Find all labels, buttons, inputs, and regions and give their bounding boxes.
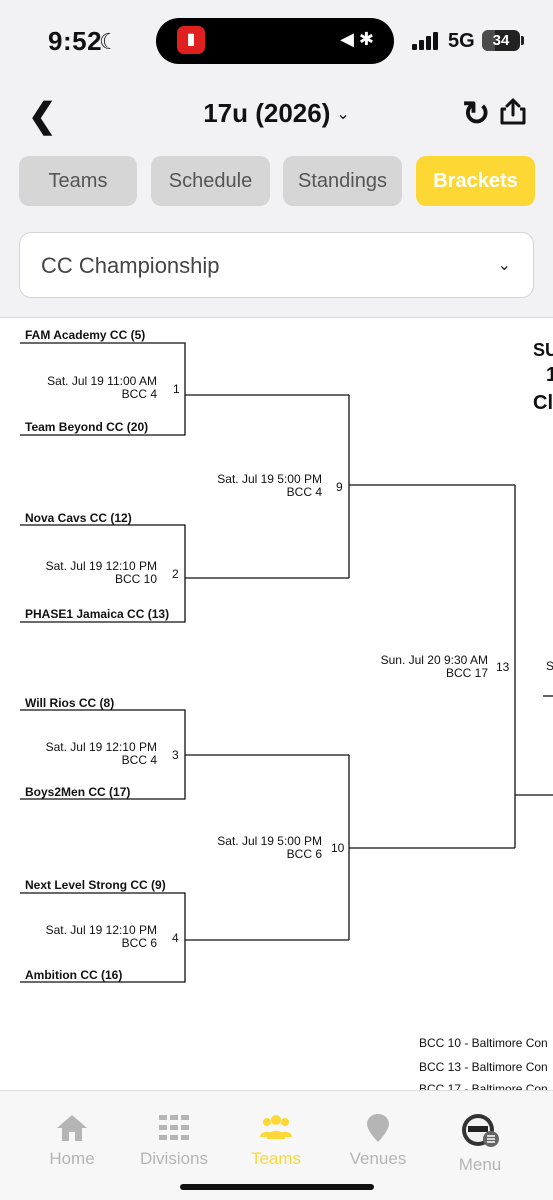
recording-app-icon: ▮ — [177, 26, 205, 54]
nav-divisions[interactable]: Divisions — [129, 1113, 219, 1169]
bracket-select-value: CC Championship — [41, 253, 220, 278]
nav-label: Home — [49, 1149, 95, 1168]
home-icon — [57, 1115, 87, 1141]
game-number: 9 — [336, 480, 343, 494]
do-not-disturb-moon-icon: ☾ — [99, 29, 119, 54]
venue-legend-item: BCC 17 - Baltimore Con — [419, 1082, 548, 1090]
championship-heading-fragment: 1 — [546, 364, 553, 386]
cellular-signal-icon — [412, 32, 439, 50]
nav-label: Venues — [349, 1149, 407, 1168]
divisions-icon — [159, 1115, 189, 1140]
game-venue: BCC 4 — [121, 753, 157, 767]
team-name[interactable]: Will Rios CC (8) — [25, 696, 114, 710]
game-info[interactable]: Sat. Jul 19 12:10 PM BCC 10 — [46, 560, 157, 586]
home-indicator[interactable] — [180, 1184, 374, 1190]
game-number: 4 — [172, 931, 179, 945]
battery-icon: 34 — [482, 30, 520, 51]
team-name[interactable]: Ambition CC (16) — [25, 968, 122, 982]
bluetooth-icon: ◀ ✱ — [340, 29, 374, 49]
game-number: 13 — [496, 660, 510, 674]
team-name[interactable]: Nova Cavs CC (12) — [25, 511, 132, 525]
tab-brackets[interactable]: Brackets — [416, 156, 535, 206]
battery-percent: 34 — [492, 32, 510, 49]
game-venue: BCC 4 — [286, 485, 322, 499]
game-venue: BCC 6 — [286, 847, 322, 861]
teams-icon — [260, 1115, 292, 1139]
game-number: 10 — [331, 841, 345, 855]
nav-teams[interactable]: Teams — [231, 1113, 321, 1169]
bracket-select[interactable]: CC Championship ⌄ — [19, 232, 534, 298]
bracket-view[interactable]: FAM Academy CC (5) Team Beyond CC (20) N… — [0, 318, 553, 1090]
venue-legend-item: BCC 10 - Baltimore Con — [419, 1036, 548, 1050]
game-info[interactable]: Sun. Jul 20 9:30 AM BCC 17 — [381, 654, 488, 680]
chevron-down-icon: ⌄ — [497, 257, 511, 274]
nav-label: Divisions — [139, 1149, 209, 1168]
network-type: 5G — [448, 30, 475, 52]
championship-heading-fragment: SU — [533, 340, 553, 360]
game-info[interactable]: Sat. Jul 19 11:00 AM BCC 4 — [47, 375, 157, 401]
game-venue: BCC 4 — [121, 387, 157, 401]
next-game-fragment: S — [546, 659, 553, 673]
share-icon[interactable] — [498, 96, 528, 126]
nav-menu[interactable]: Menu — [435, 1113, 525, 1175]
game-venue: BCC 10 — [114, 572, 157, 586]
game-info[interactable]: Sat. Jul 19 5:00 PM BCC 4 — [217, 473, 322, 499]
game-info[interactable]: Sat. Jul 19 12:10 PM BCC 4 — [46, 741, 157, 767]
nav-venues[interactable]: Venues — [333, 1113, 423, 1169]
game-info[interactable]: Sat. Jul 19 12:10 PM BCC 6 — [46, 924, 157, 950]
battery-cap — [521, 36, 524, 45]
status-time: 9:52 — [48, 26, 103, 56]
tab-standings[interactable]: Standings — [283, 156, 402, 206]
tab-schedule[interactable]: Schedule — [151, 156, 270, 206]
game-venue: BCC 17 — [445, 666, 488, 680]
tab-teams[interactable]: Teams — [19, 156, 137, 206]
team-name[interactable]: Boys2Men CC (17) — [25, 785, 130, 799]
game-venue: BCC 6 — [121, 936, 157, 950]
refresh-icon[interactable]: ↻ — [462, 94, 491, 134]
nav-label: Menu — [458, 1155, 502, 1174]
team-name[interactable]: Next Level Strong CC (9) — [25, 878, 166, 892]
game-number: 3 — [172, 748, 179, 762]
team-name[interactable]: PHASE1 Jamaica CC (13) — [25, 607, 169, 621]
game-number: 2 — [172, 567, 179, 581]
dynamic-island[interactable]: ▮ ◀ ✱ — [156, 18, 394, 64]
championship-heading-fragment: Cl — [533, 392, 553, 414]
game-number: 1 — [173, 382, 180, 396]
app-screen: 9:52 ☾ ▮ ◀ ✱ 5G 34 ❮ 17u (2026) ⌄ ↻ Team… — [0, 0, 553, 1200]
status-bar: 9:52 ☾ ▮ ◀ ✱ 5G 34 — [0, 0, 553, 80]
header: ❮ 17u (2026) ⌄ ↻ Teams Schedule Standings… — [0, 80, 553, 318]
team-name[interactable]: Team Beyond CC (20) — [25, 420, 148, 434]
venue-pin-icon — [367, 1114, 389, 1142]
venue-legend-item: BCC 13 - Baltimore Con — [419, 1060, 548, 1074]
game-info[interactable]: Sat. Jul 19 5:00 PM BCC 6 — [217, 835, 322, 861]
view-tabs: Teams Schedule Standings Brackets — [19, 156, 535, 206]
nav-home[interactable]: Home — [27, 1113, 117, 1169]
chevron-down-icon: ⌄ — [336, 106, 350, 123]
page-title: 17u (2026) — [203, 98, 331, 128]
menu-logo-icon — [462, 1114, 499, 1147]
nav-label: Teams — [250, 1149, 302, 1168]
team-name[interactable]: FAM Academy CC (5) — [25, 328, 145, 342]
